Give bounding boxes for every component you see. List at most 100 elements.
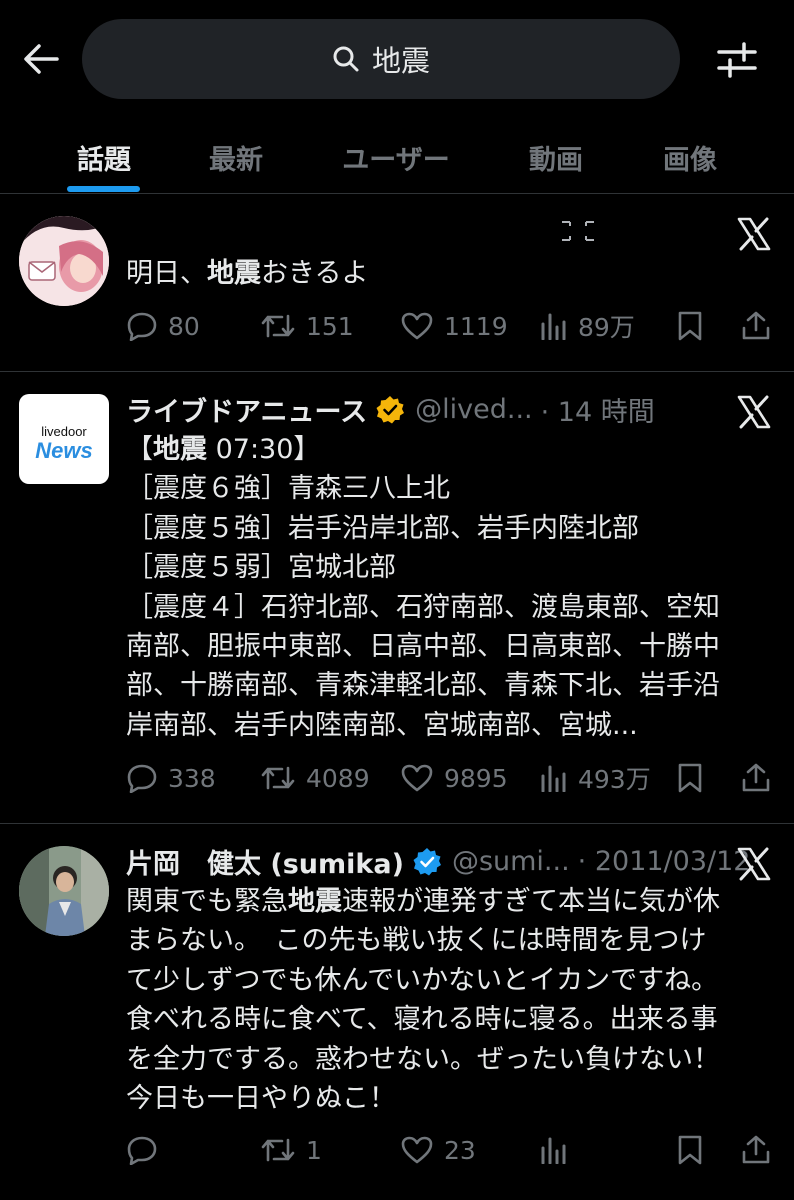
timestamp[interactable]: · 2011/03/12 — [578, 846, 751, 877]
like-button[interactable]: 23 — [400, 1130, 476, 1170]
views-count: 89万 — [578, 313, 635, 342]
bar-chart-icon — [541, 765, 566, 792]
tab-latest[interactable]: 最新 — [192, 130, 280, 184]
avatar-illustration — [19, 216, 109, 306]
avatar[interactable]: livedoor News — [19, 394, 109, 484]
active-tab-indicator — [67, 186, 140, 192]
text-segment: 【 — [126, 434, 153, 465]
timestamp[interactable]: · 14 時間 — [541, 390, 655, 429]
search-tabs: 話題 最新 ユーザー 動画 画像 — [0, 120, 794, 194]
like-button[interactable]: 9895 — [400, 758, 508, 798]
reply-button[interactable]: 80 — [126, 306, 200, 346]
repost-icon — [261, 314, 295, 338]
share-icon — [742, 763, 770, 792]
heart-icon — [401, 312, 433, 340]
media-crop-mark — [556, 218, 600, 248]
verified-badge — [375, 395, 405, 425]
keyword-highlight: 地震 — [207, 258, 261, 289]
display-name[interactable]: ライブドアニュース — [126, 390, 367, 429]
tweet-text: 【地震 07:30】 ［震度６強］青森三八上北 ［震度５強］岩手沿岸北部、岩手内… — [126, 430, 766, 745]
keyword-highlight: 地震 — [288, 886, 342, 917]
tab-videos[interactable]: 動画 — [512, 130, 600, 184]
repost-count: 151 — [306, 311, 354, 341]
text-segment: 明日、 — [126, 258, 207, 289]
text-segment: 07:30】 — [207, 434, 321, 465]
tweet-header: ライブドアニュース @lived... · 14 時間 — [126, 390, 655, 429]
display-name[interactable]: 片岡 健太 (sumika) — [126, 842, 404, 881]
views-button[interactable] — [540, 1130, 578, 1170]
tweet[interactable]: livedoor News ライブドアニュース @lived... · 14 時… — [0, 372, 794, 824]
tweet-text: 明日、地震おきるよ — [126, 254, 766, 293]
text-line: 部、十勝南部、青森津軽北部、青森下北、岩手沿 — [126, 670, 720, 702]
avatar[interactable] — [19, 216, 109, 306]
repost-button[interactable]: 151 — [260, 306, 354, 346]
text-line: ［震度５弱］宮城北部 — [126, 552, 396, 584]
bookmark-button[interactable] — [676, 1130, 704, 1170]
bar-chart-icon — [541, 313, 566, 340]
avatar-logo-top: livedoor — [41, 424, 87, 439]
avatar[interactable] — [19, 846, 109, 936]
arrow-left-icon — [24, 44, 59, 74]
reply-count: 338 — [168, 763, 216, 793]
repost-count: 1 — [306, 1135, 322, 1165]
reply-icon — [127, 312, 157, 341]
text-segment: 関東でも緊急 — [126, 886, 288, 917]
x-logo-icon — [736, 216, 772, 252]
repost-icon — [261, 1138, 295, 1162]
heart-icon — [401, 764, 433, 792]
repost-icon — [261, 766, 295, 790]
like-count: 9895 — [444, 763, 508, 793]
text-line: 岸南部、岩手内陸南部、宮城南部、宮城... — [126, 709, 638, 741]
views-button[interactable]: 493万 — [540, 758, 651, 798]
like-count: 23 — [444, 1135, 476, 1165]
bookmark-button[interactable] — [676, 306, 704, 346]
sliders-icon — [717, 42, 757, 78]
text-line: を全力でする。惑わせない。ぜったい負けない！ — [126, 1043, 720, 1075]
text-segment: おきるよ — [261, 258, 369, 289]
bookmark-icon — [678, 311, 702, 341]
search-input[interactable]: 地震 — [82, 19, 680, 99]
back-button[interactable] — [18, 36, 64, 82]
crop-marks-icon — [562, 221, 594, 241]
verified-badge — [412, 847, 442, 877]
text-line: 南部、胆振中東部、日高中部、日高東部、十勝中 — [126, 631, 720, 663]
reply-icon — [127, 764, 157, 793]
bookmark-button[interactable] — [676, 758, 704, 798]
text-line: て少しずつでも休んでいかないとイカンですね。 — [126, 964, 719, 996]
avatar-photo — [19, 846, 109, 936]
tweet[interactable]: 片岡 健太 (sumika) @sumi... · 2011/03/12 関東で… — [0, 824, 794, 1200]
reply-button[interactable] — [126, 1130, 168, 1170]
repost-button[interactable]: 1 — [260, 1130, 322, 1170]
keyword-highlight: 地震 — [153, 434, 207, 465]
tweet[interactable]: 明日、地震おきるよ 80 151 1119 89万 — [0, 194, 794, 372]
tweet-header: 片岡 健太 (sumika) @sumi... · 2011/03/12 — [126, 842, 750, 881]
views-button[interactable]: 89万 — [540, 306, 635, 346]
share-button[interactable] — [740, 1130, 772, 1170]
reply-icon — [127, 1136, 157, 1165]
share-button[interactable] — [740, 758, 772, 798]
like-count: 1119 — [444, 311, 508, 341]
share-icon — [742, 311, 770, 340]
share-button[interactable] — [740, 306, 772, 346]
avatar-logo-bottom: News — [35, 438, 93, 463]
reply-button[interactable]: 338 — [126, 758, 216, 798]
repost-button[interactable]: 4089 — [260, 758, 370, 798]
handle[interactable]: @sumi... — [452, 846, 570, 877]
handle[interactable]: @lived... — [415, 394, 532, 425]
tab-people[interactable]: ユーザー — [326, 130, 466, 184]
tab-images[interactable]: 画像 — [646, 130, 734, 184]
bookmark-icon — [678, 1135, 702, 1165]
views-count: 493万 — [578, 765, 651, 794]
filter-button[interactable] — [712, 38, 762, 82]
tab-top[interactable]: 話題 — [60, 130, 148, 184]
repost-count: 4089 — [306, 763, 370, 793]
search-query: 地震 — [371, 44, 430, 78]
tweet-actions: 338 4089 9895 493万 — [126, 758, 774, 798]
top-bar: 地震 — [0, 0, 794, 120]
blue-verified-icon — [413, 847, 441, 875]
x-logo-icon — [736, 394, 772, 430]
tweet-actions: 1 23 — [126, 1130, 774, 1170]
like-button[interactable]: 1119 — [400, 306, 508, 346]
text-line: ［震度４］石狩北部、石狩南部、渡島東部、空知 — [126, 591, 720, 623]
search-icon — [333, 46, 359, 72]
